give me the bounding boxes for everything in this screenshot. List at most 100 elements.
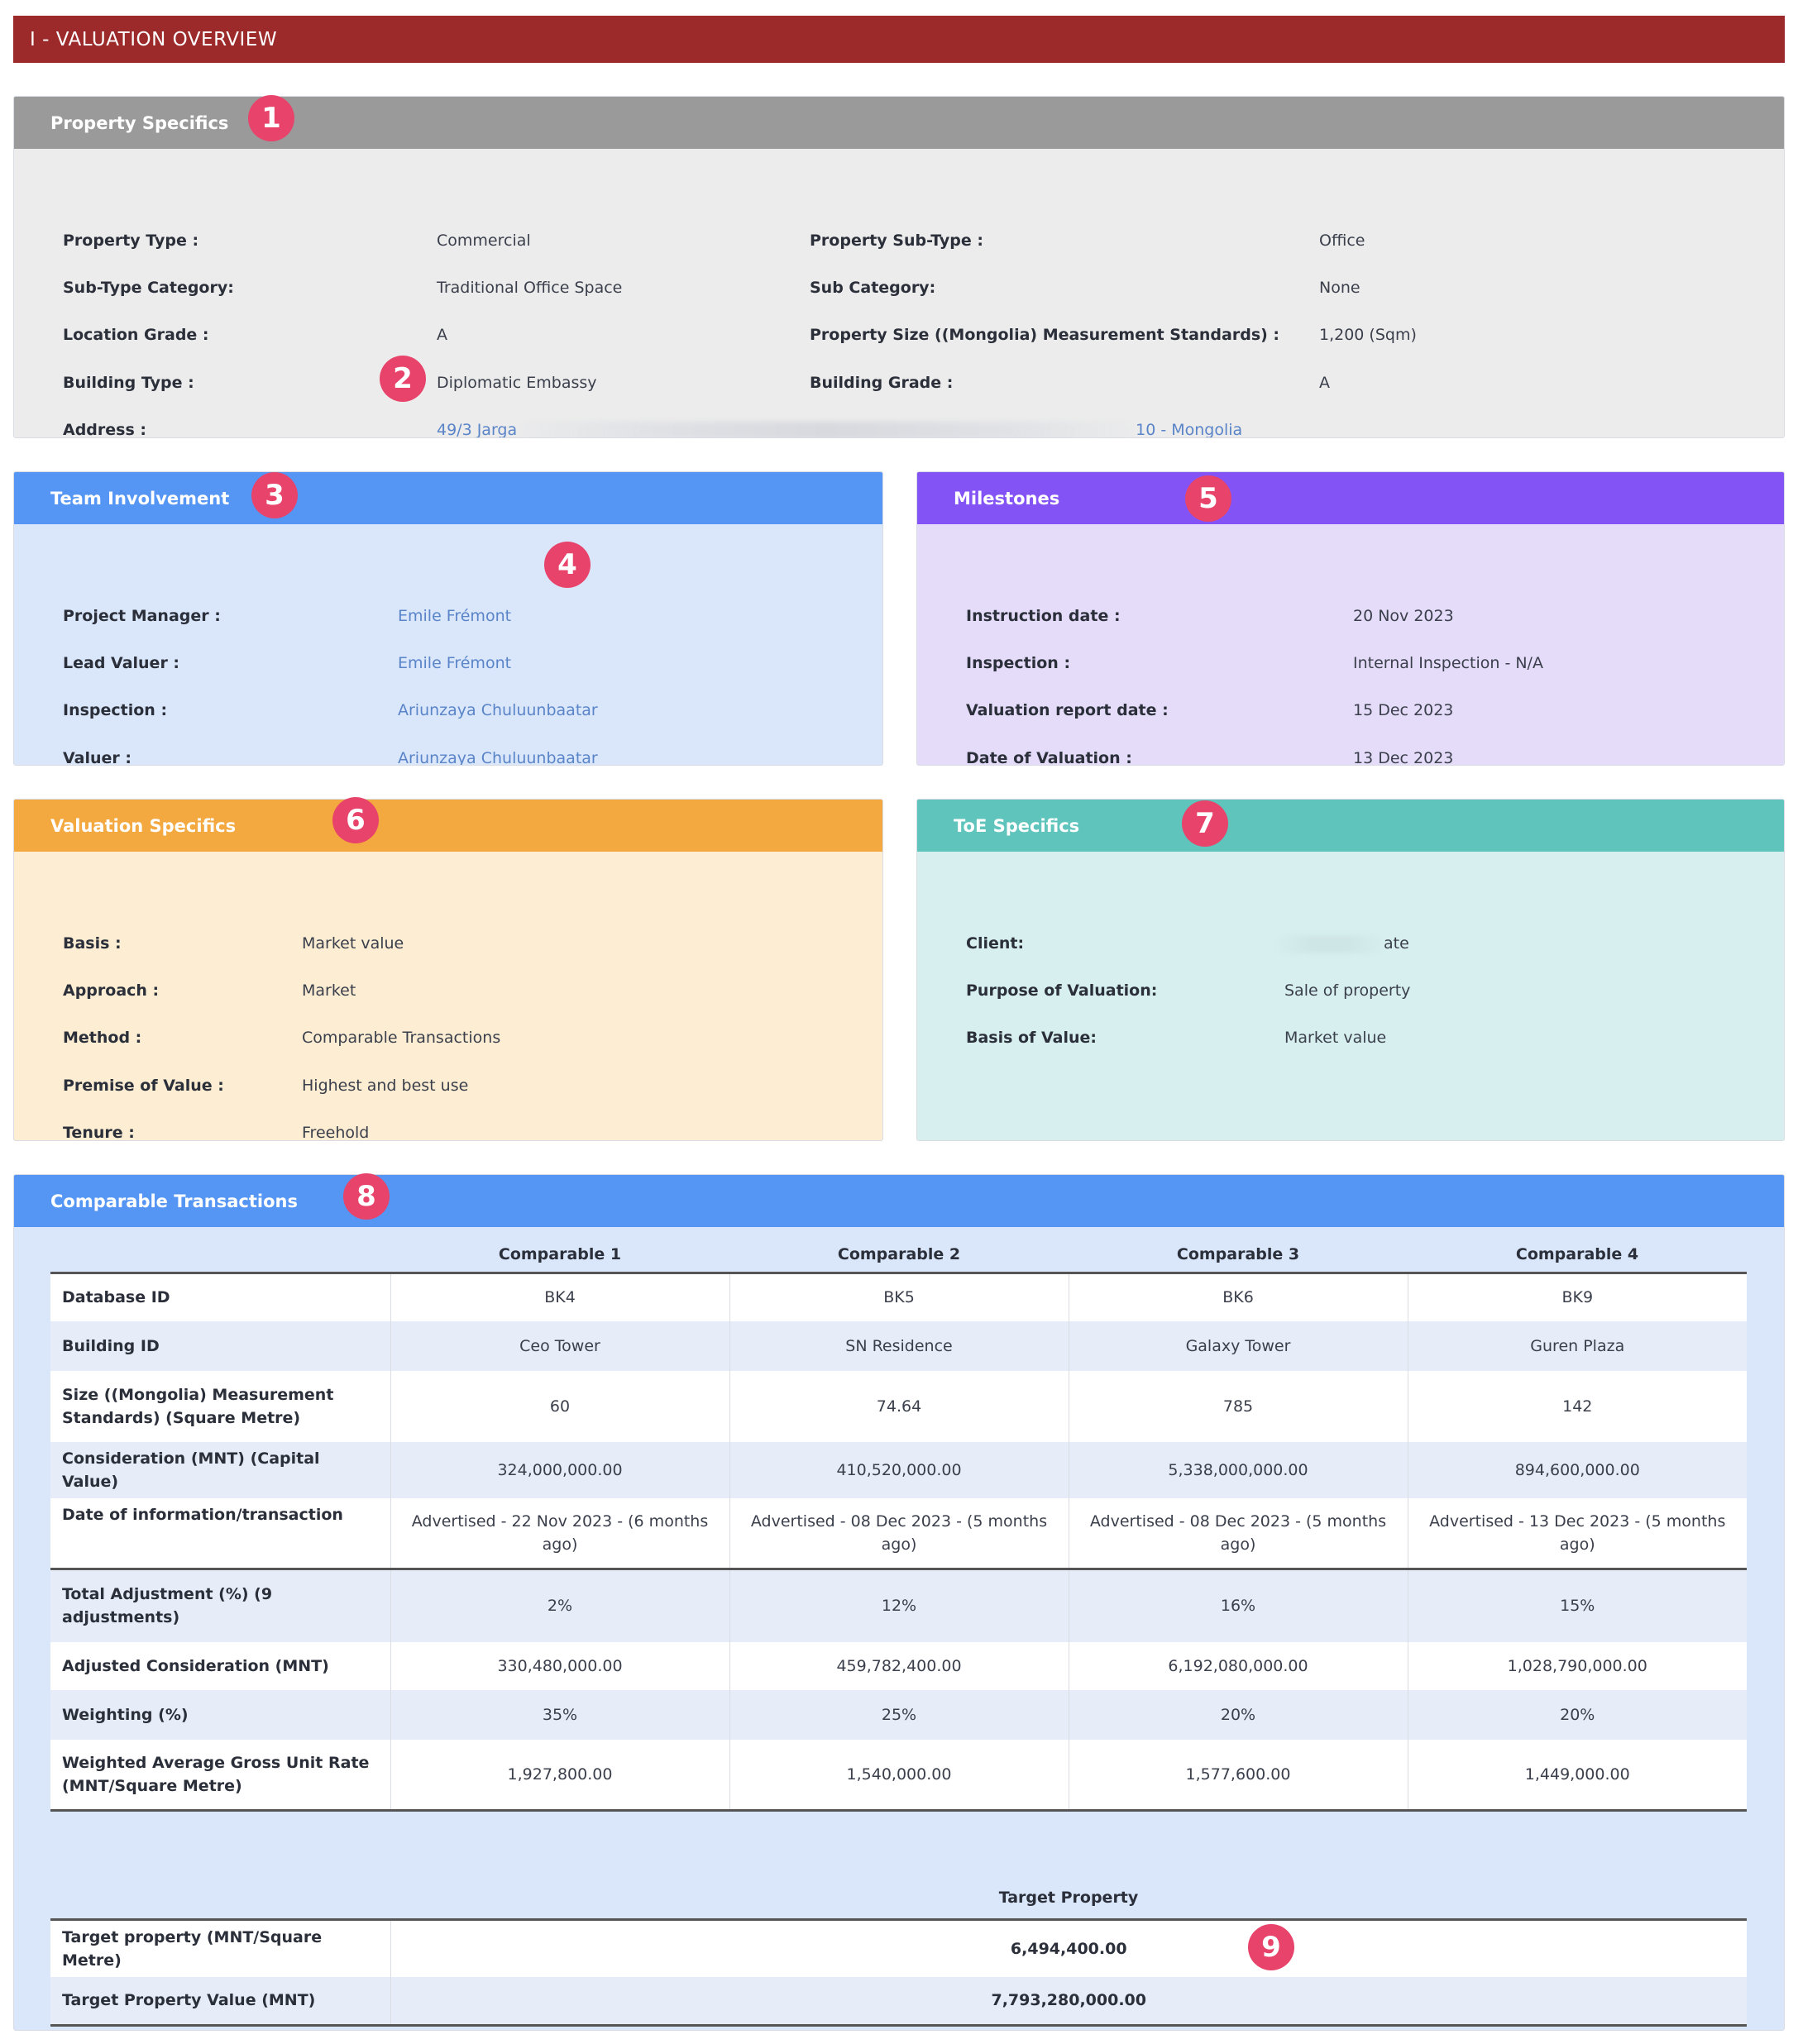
table-cell: 35% [390, 1689, 729, 1740]
table-cell: Advertised - 08 Dec 2023 - (5 months ago… [1068, 1497, 1408, 1569]
target-value-value: 7,793,280,000.00 [390, 1977, 1747, 2027]
premise-of-value-label: Premise of Value : [63, 1077, 224, 1095]
row-label: Target Property Value (MNT) [50, 1977, 390, 2027]
redacted-region [1276, 934, 1384, 953]
toe-specifics-panel: ToE Specifics Client: ate Purpose of Val… [916, 799, 1785, 1141]
table-cell: 20% [1068, 1689, 1408, 1740]
table-cell: 324,000,000.00 [390, 1441, 729, 1498]
redacted-region [520, 421, 1133, 437]
comparable-transactions-header: Comparable Transactions [14, 1175, 1784, 1227]
table-cell: 330,480,000.00 [390, 1641, 729, 1690]
table-row: Target Property Value (MNT) 7,793,280,00… [50, 1977, 1747, 2027]
approach-value: Market [302, 981, 356, 1000]
row-label: Adjusted Consideration (MNT) [50, 1641, 390, 1690]
property-subtype-value: Office [1319, 232, 1365, 250]
team-involvement-header: Team Involvement [14, 472, 882, 524]
date-of-valuation-label: Date of Valuation : [966, 749, 1132, 766]
lead-valuer-link[interactable]: Emile Frémont [398, 652, 511, 674]
marker-badge: 4 [544, 542, 591, 588]
table-row: Total Adjustment (%) (9 adjustments) 2% … [50, 1568, 1747, 1642]
instruction-date-label: Instruction date : [966, 607, 1121, 625]
table-cell: 1,577,600.00 [1068, 1739, 1408, 1812]
marker-badge: 7 [1182, 800, 1228, 847]
table-cell: Advertised - 22 Nov 2023 - (6 months ago… [390, 1497, 729, 1569]
target-header-row: Target Property [50, 1877, 1747, 1920]
table-cell: BK4 [390, 1272, 729, 1321]
table-cell: Advertised - 13 Dec 2023 - (5 months ago… [1407, 1497, 1747, 1569]
marker-badge: 9 [1248, 1924, 1294, 1970]
row-label: Consideration (MNT) (Capital Value) [50, 1441, 390, 1498]
marker-badge: 2 [380, 356, 426, 402]
valuation-specifics-panel: Valuation Specifics Basis : Market value… [13, 799, 883, 1141]
subtype-category-label: Sub-Type Category: [63, 279, 234, 297]
row-label: Weighting (%) [50, 1689, 390, 1740]
table-cell: BK5 [729, 1272, 1069, 1321]
building-grade-label: Building Grade : [810, 374, 954, 392]
table-cell: Advertised - 08 Dec 2023 - (5 months ago… [729, 1497, 1069, 1569]
address-link[interactable]: 49/3 Jarga 10 - Mongolia [437, 419, 1243, 438]
comparable-transactions-panel: Comparable Transactions Comparable 1 Com… [13, 1174, 1785, 2031]
table-cell: 25% [729, 1689, 1069, 1740]
approach-label: Approach : [63, 981, 160, 1000]
property-type-value: Commercial [437, 232, 531, 250]
row-label: Weighted Average Gross Unit Rate (MNT/Sq… [50, 1739, 390, 1812]
table-row: Weighted Average Gross Unit Rate (MNT/Sq… [50, 1739, 1747, 1812]
sub-category-value: None [1319, 279, 1360, 297]
address-end: 10 - Mongolia [1136, 421, 1243, 438]
empty-header [50, 1237, 390, 1273]
target-property-table: Target Property Target property (MNT/Squ… [50, 1877, 1747, 2027]
toe-specifics-title: ToE Specifics [954, 815, 1080, 836]
comparables-table: Comparable 1 Comparable 2 Comparable 3 C… [50, 1237, 1747, 1812]
milestone-inspection-value: Internal Inspection - N/A [1353, 654, 1543, 672]
table-cell: 74.64 [729, 1370, 1069, 1442]
property-specifics-panel: Property Specifics Property Type : Comme… [13, 96, 1785, 438]
tenure-value: Freehold [302, 1124, 370, 1141]
table-row: Size ((Mongolia) Measurement Standards) … [50, 1370, 1747, 1442]
marker-badge: 6 [332, 797, 379, 843]
method-value: Comparable Transactions [302, 1029, 501, 1047]
subtype-category-value: Traditional Office Space [437, 279, 623, 297]
row-label: Size ((Mongolia) Measurement Standards) … [50, 1370, 390, 1442]
row-label: Building ID [50, 1320, 390, 1371]
comparable-3-header: Comparable 3 [1176, 1245, 1300, 1263]
empty-header [50, 1877, 390, 1920]
table-cell: 60 [390, 1370, 729, 1442]
page-title: I - VALUATION OVERVIEW [13, 16, 1785, 63]
table-cell: 1,540,000.00 [729, 1739, 1069, 1812]
building-type-label: Building Type : [63, 374, 194, 392]
table-cell: SN Residence [729, 1320, 1069, 1371]
comparable-2-header: Comparable 2 [837, 1245, 961, 1263]
table-cell: Ceo Tower [390, 1320, 729, 1371]
project-manager-link[interactable]: Emile Frémont [398, 605, 511, 627]
valuer-label: Valuer : [63, 749, 132, 766]
table-cell: 1,028,790,000.00 [1407, 1641, 1747, 1690]
comparable-4-header: Comparable 4 [1515, 1245, 1639, 1263]
tenure-label: Tenure : [63, 1124, 135, 1141]
inspection-link[interactable]: Ariunzaya Chuluunbaatar [398, 700, 598, 721]
row-label: Date of information/transaction [50, 1497, 390, 1569]
table-cell: Galaxy Tower [1068, 1320, 1408, 1371]
premise-of-value-value: Highest and best use [302, 1077, 469, 1095]
valuer-link[interactable]: Ariunzaya Chuluunbaatar [398, 747, 598, 765]
comparable-transactions-title: Comparable Transactions [50, 1191, 298, 1211]
table-row: Weighting (%) 35% 25% 20% 20% [50, 1689, 1747, 1740]
location-grade-label: Location Grade : [63, 326, 209, 344]
marker-badge: 5 [1185, 475, 1231, 522]
milestones-title: Milestones [954, 488, 1060, 509]
building-grade-value: A [1319, 374, 1330, 392]
property-size-value: 1,200 (Sqm) [1319, 326, 1417, 344]
property-subtype-label: Property Sub-Type : [810, 232, 983, 250]
address-start: 49/3 Jarga [437, 421, 518, 438]
table-row: Adjusted Consideration (MNT) 330,480,000… [50, 1641, 1747, 1690]
location-grade-value: A [437, 326, 447, 344]
table-row: Date of information/transaction Advertis… [50, 1497, 1747, 1569]
table-cell: 2% [390, 1568, 729, 1642]
milestones-header: Milestones [917, 472, 1784, 524]
comparables-header-row: Comparable 1 Comparable 2 Comparable 3 C… [50, 1237, 1747, 1273]
milestone-inspection-label: Inspection : [966, 654, 1071, 672]
building-type-value: Diplomatic Embassy [437, 374, 597, 392]
table-cell: 410,520,000.00 [729, 1441, 1069, 1498]
table-cell: 16% [1068, 1568, 1408, 1642]
client-tail: ate [1384, 934, 1409, 953]
table-cell: 15% [1407, 1568, 1747, 1642]
